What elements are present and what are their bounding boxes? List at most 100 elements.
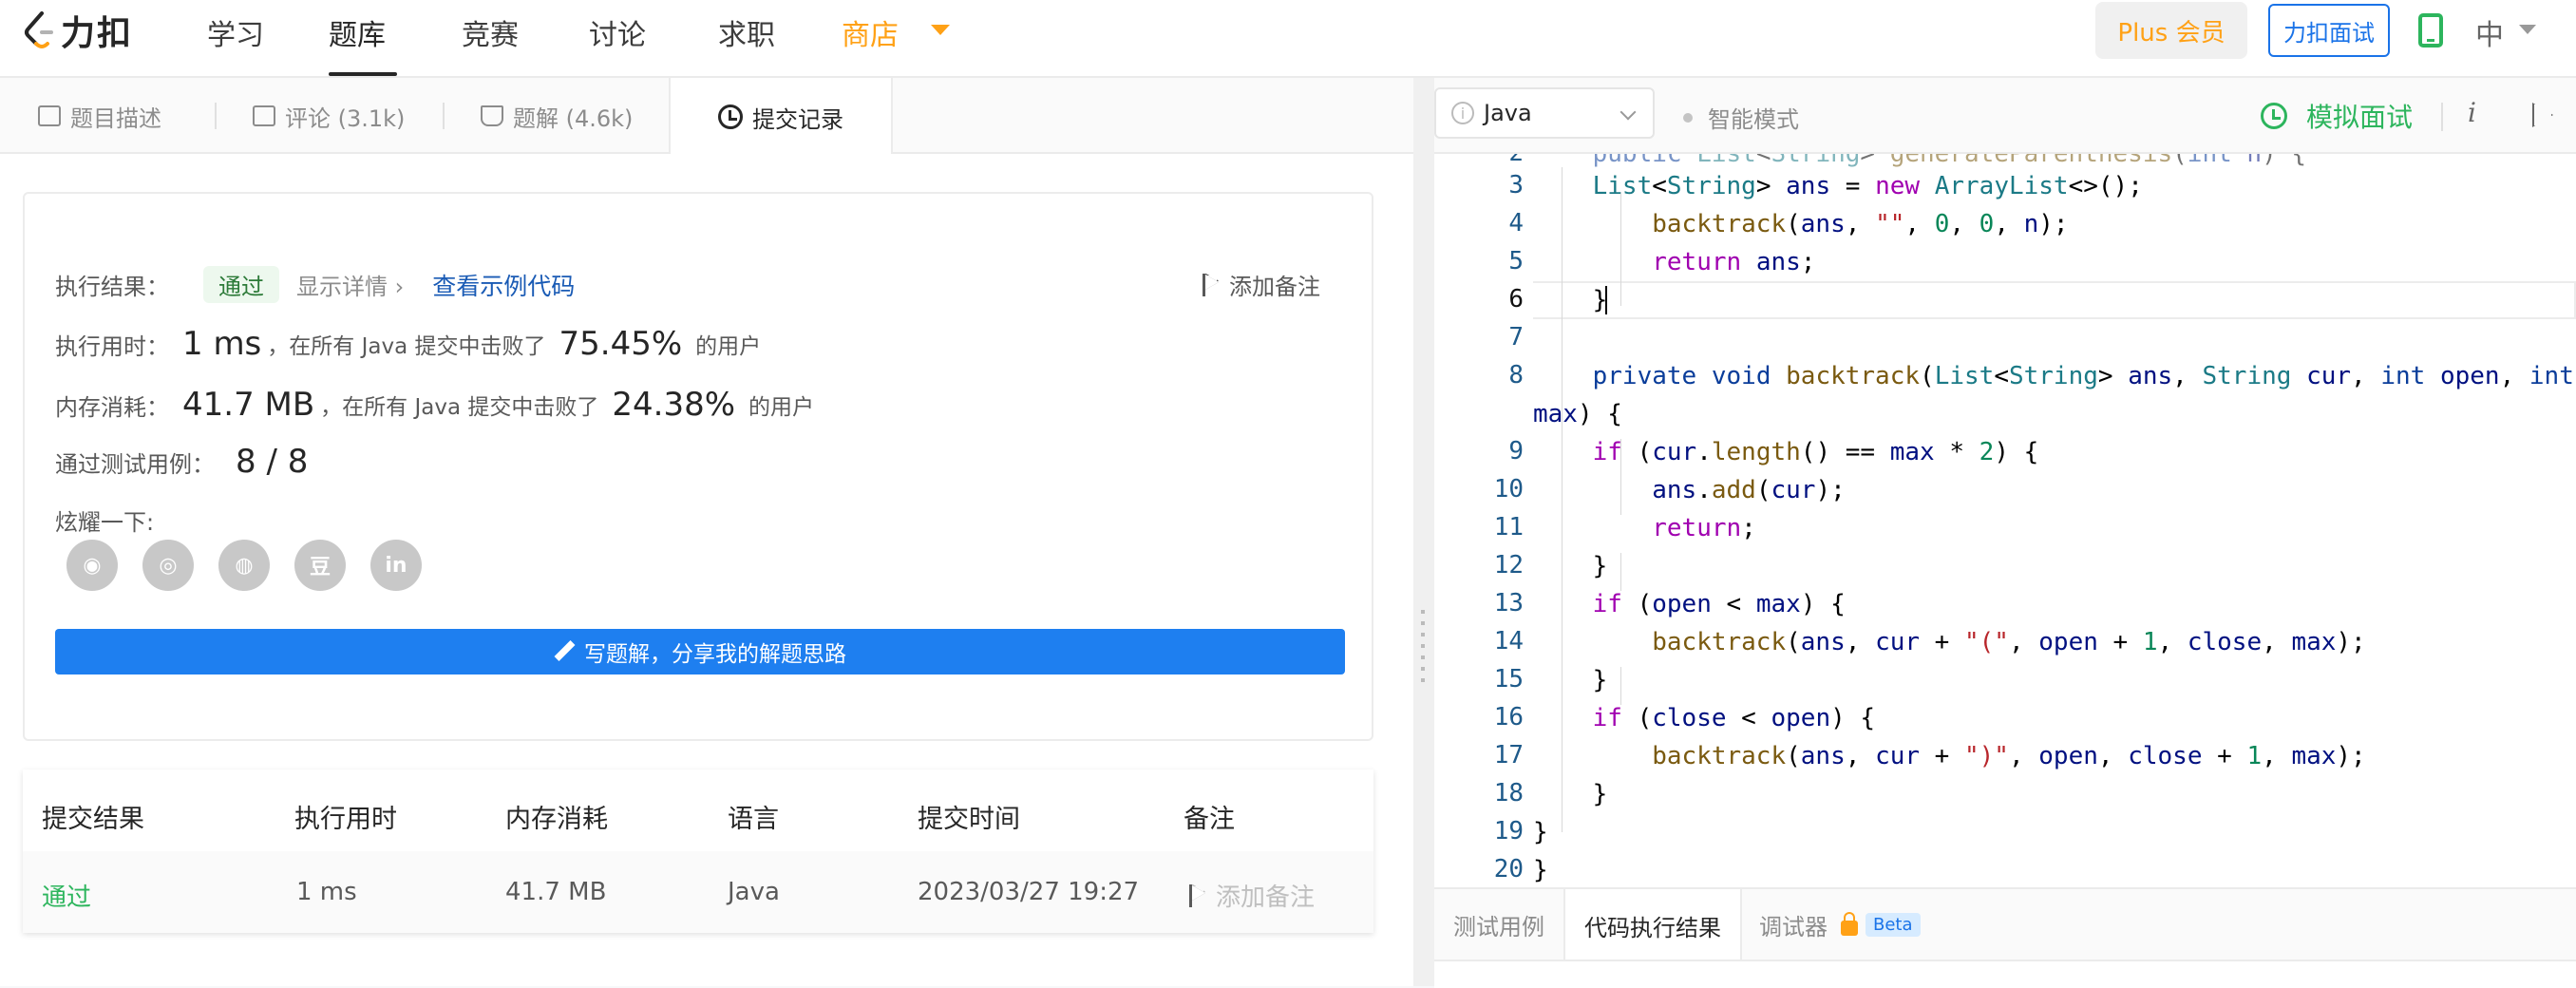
submissions-table: 提交结果 执行用时 内存消耗 语言 提交时间 备注 通过 1 ms 41.7 M… [23, 770, 1373, 933]
add-note-button[interactable]: 添加备注 [1203, 268, 1320, 301]
nav-contest[interactable]: 竞赛 [462, 11, 519, 53]
code-line: backtrack(ans, cur + ")", open, close + … [1652, 742, 2366, 770]
code-line: } [1533, 780, 1608, 808]
code-line: List<String> ans = new ArrayList<>(); [1592, 172, 2143, 200]
smart-mode-toggle[interactable]: 智能模式 [1683, 101, 1799, 134]
tab-label: 测试用例 [1453, 913, 1544, 940]
code-line: if (close < open) { [1592, 704, 1876, 732]
line-number-gutter: 2 3 4 5 6 7 8 9 10 11 12 13 14 15 16 17 18 19 20 [1434, 154, 1539, 887]
line-number: 19 [1493, 817, 1524, 846]
mock-interview-label: 模拟面试 [2306, 102, 2414, 133]
tab-comments[interactable]: 评论 (3.1k) [253, 78, 405, 154]
row-memory: 41.7 MB [505, 878, 607, 906]
line-number: 2 [1508, 154, 1524, 167]
col-header-language: 语言 [728, 805, 779, 834]
line-number: 3 [1508, 171, 1524, 200]
row-note-label: 添加备注 [1216, 884, 1316, 912]
nav-jobs[interactable]: 求职 [718, 11, 775, 53]
nav-store[interactable]: 商店 [842, 11, 899, 53]
linkedin-icon[interactable]: in [370, 540, 422, 591]
runtime-percentile: 75.45% [559, 325, 683, 363]
plus-membership-button[interactable]: Plus 会员 [2095, 2, 2247, 59]
douban-icon[interactable]: 豆 [294, 540, 346, 591]
tests-value: 8 / 8 [236, 443, 309, 481]
nav-problemset[interactable]: 题库 [329, 11, 386, 53]
code-line: ans.add(cur); [1652, 476, 1846, 504]
row-runtime: 1 ms [296, 878, 357, 906]
leetcode-logo-icon [25, 11, 53, 48]
memory-label: 内存消耗： [55, 393, 169, 421]
weibo-icon[interactable]: ◎ [142, 540, 194, 591]
lock-icon [1841, 912, 1858, 936]
comment-icon [253, 105, 275, 126]
alarm-clock-icon [2261, 103, 2287, 129]
share-row: 炫耀一下: [55, 504, 154, 537]
beta-badge: Beta [1866, 912, 1921, 937]
run-icon[interactable] [2532, 103, 2553, 127]
code-content[interactable]: public List<String> generateParenthesis(… [1533, 154, 2574, 884]
line-number: 10 [1493, 475, 1524, 504]
tab-submissions[interactable]: 提交记录 [669, 78, 893, 156]
tab-divider [443, 103, 445, 129]
code-line: } [1533, 856, 1548, 884]
row-add-note-button[interactable]: 添加备注 [1189, 878, 1315, 913]
current-line-highlight [1533, 281, 2576, 319]
code-line: return ans; [1652, 248, 1816, 276]
line-number: 14 [1493, 627, 1524, 656]
submission-result-card: 执行结果： 通过 显示详情 › 查看示例代码 添加备注 执行用时： 1 ms ，… [23, 192, 1373, 741]
col-header-time: 提交时间 [918, 805, 1020, 834]
share-icons: ◉ ◎ ◍ 豆 in [66, 540, 422, 591]
language-select[interactable]: i Java [1434, 87, 1655, 139]
row-result[interactable]: 通过 [42, 878, 91, 913]
add-note-label: 添加备注 [1229, 274, 1320, 300]
editor-toolbar: i Java 智能模式 模拟面试 i [1434, 78, 2576, 154]
code-line: return; [1652, 514, 1756, 542]
nav-discuss[interactable]: 讨论 [589, 11, 646, 53]
code-line: } [1533, 818, 1548, 846]
runtime-tail: 的用户 [695, 334, 762, 359]
mock-interview-button[interactable]: 模拟面试 [2261, 97, 2413, 135]
show-details-link[interactable]: 显示详情 › [296, 268, 404, 301]
tab-label: 调试器 [1759, 913, 1828, 940]
logo[interactable]: 力扣 [19, 8, 133, 53]
chevron-down-icon[interactable] [2519, 25, 2536, 34]
view-example-code-link[interactable]: 查看示例代码 [432, 268, 575, 302]
line-number: 9 [1508, 437, 1524, 466]
nav-active-indicator [329, 72, 397, 76]
row-language: Java [728, 878, 780, 906]
problem-tabs: 题目描述 评论 (3.1k) 题解 (4.6k) 提交记录 [0, 78, 1413, 156]
qq-icon[interactable]: ◍ [218, 540, 270, 591]
language-switcher[interactable]: 中 [2475, 11, 2504, 53]
tab-run-result[interactable]: 代码执行结果 [1563, 889, 1742, 961]
nav-learn[interactable]: 学习 [207, 11, 264, 53]
chevron-down-icon[interactable] [931, 25, 950, 35]
drag-handle-icon[interactable] [1421, 610, 1425, 688]
wechat-icon[interactable]: ◉ [66, 540, 118, 591]
tab-solutions[interactable]: 题解 (4.6k) [481, 78, 633, 154]
flask-icon [481, 105, 503, 126]
console-tabs: 测试用例 代码执行结果 调试器 Beta [1434, 887, 2576, 988]
line-number: 8 [1508, 361, 1524, 390]
info-icon[interactable]: i [2468, 97, 2476, 128]
tab-testcase[interactable]: 测试用例 [1434, 889, 1563, 960]
submission-panel: 执行结果： 通过 显示详情 › 查看示例代码 添加备注 执行用时： 1 ms ，… [0, 154, 1413, 986]
line-number: 16 [1493, 703, 1524, 732]
tab-label: 题解 (4.6k) [513, 104, 634, 132]
tab-label: 评论 (3.1k) [285, 104, 406, 132]
code-editor[interactable]: 2 3 4 5 6 7 8 9 10 11 12 13 14 15 16 17 18 19 20 public Li… [1434, 154, 2576, 887]
leetcode-interview-button[interactable]: 力扣面试 [2268, 4, 2390, 57]
mobile-app-icon[interactable] [2418, 13, 2443, 48]
code-line: } [1533, 666, 1608, 694]
tab-description[interactable]: 题目描述 [38, 78, 161, 154]
text-cursor [1605, 286, 1607, 314]
memory-desc: ，在所有 Java 提交中击败了 [320, 395, 599, 420]
runtime-row: 执行用时： 1 ms ，在所有 Java 提交中击败了 75.45% 的用户 [55, 325, 761, 363]
code-line: backtrack(ans, cur + "(", open + 1, clos… [1652, 628, 2366, 656]
table-row[interactable]: 通过 1 ms 41.7 MB Java 2023/03/27 19:27 添加… [23, 851, 1373, 933]
write-solution-button[interactable]: 写题解，分享我的解题思路 [55, 629, 1345, 674]
flag-icon [1189, 884, 1206, 907]
tab-debugger[interactable]: 调试器 Beta [1740, 889, 1940, 960]
code-line: private void backtrack(List<String> ans,… [1592, 362, 2574, 390]
line-number: 6 [1508, 285, 1524, 314]
pane-splitter[interactable] [1413, 78, 1434, 986]
